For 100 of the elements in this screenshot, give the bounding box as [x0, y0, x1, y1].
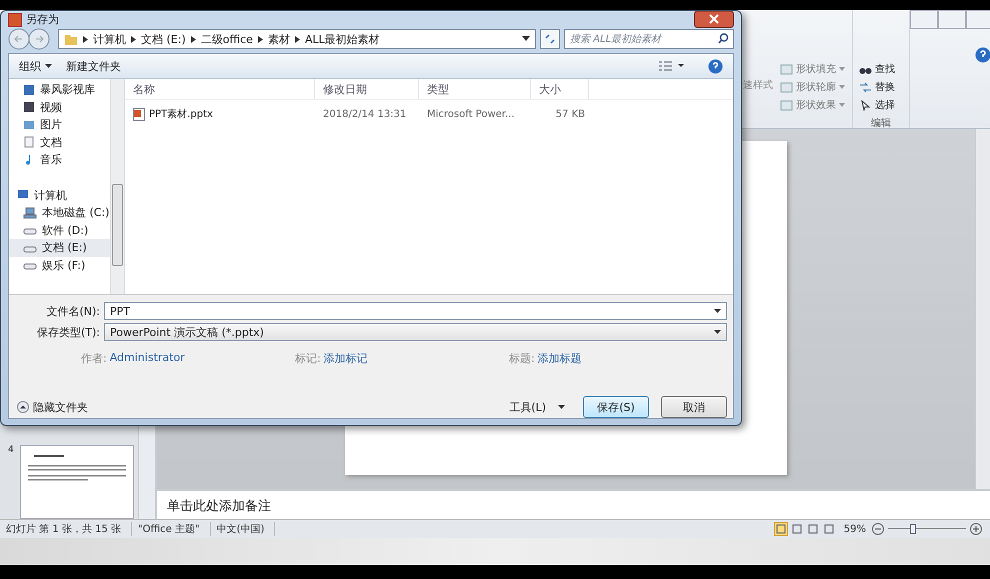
nav-item[interactable]: 视频: [9, 98, 110, 116]
file-type: Microsoft Power...: [426, 108, 516, 120]
zoom-in-icon[interactable]: [970, 523, 982, 535]
search-field[interactable]: 搜索 ALL最初始素材: [564, 29, 734, 49]
caret-icon[interactable]: [558, 404, 565, 410]
nav-item[interactable]: 软件 (D:): [9, 222, 110, 239]
nav-item[interactable]: 计算机: [9, 186, 110, 204]
caret-icon[interactable]: [522, 36, 530, 42]
column-header[interactable]: 类型: [419, 79, 531, 99]
shape-icon: [780, 64, 793, 74]
ribbon-item[interactable]: 替换: [859, 80, 909, 94]
breadcrumb-item[interactable]: 文档 (E:): [141, 32, 186, 46]
zoom-level[interactable]: 59%: [844, 524, 866, 534]
save-button[interactable]: 保存(S): [583, 396, 649, 418]
view-button[interactable]: [790, 522, 804, 536]
file-icon: [133, 108, 145, 120]
meta-link[interactable]: 添加标题: [538, 351, 582, 366]
chevron-icon[interactable]: [294, 36, 300, 42]
slide-number: 4: [8, 445, 14, 457]
nav-item[interactable]: 暴风影视库: [9, 81, 110, 98]
app-icon: [8, 12, 22, 26]
shape-icon: [780, 82, 793, 92]
ribbon-item[interactable]: 选择: [859, 98, 909, 112]
column-header[interactable]: 大小: [531, 79, 589, 99]
caret-icon: [839, 67, 845, 71]
view-icon: [776, 524, 786, 534]
close-icon[interactable]: [694, 11, 734, 28]
meta-label: 作者:: [81, 351, 107, 366]
ribbon-item[interactable]: 形状填充: [780, 62, 852, 76]
field-label: 文件名(N):: [45, 304, 100, 318]
status-text: "Office 主题": [132, 522, 211, 536]
meta-label: 标记:: [295, 351, 321, 366]
filename-field[interactable]: PPT: [104, 302, 727, 320]
view-icon: [792, 524, 802, 534]
breadcrumb-item[interactable]: 二级office: [200, 32, 253, 46]
nav-item[interactable]: 音乐: [9, 151, 110, 168]
shape-icon: [780, 100, 793, 110]
scrollbar[interactable]: [975, 129, 990, 489]
system-drive-icon: [23, 206, 37, 219]
chevron-icon[interactable]: [131, 36, 136, 42]
nav-item[interactable]: 图片: [9, 116, 110, 134]
field-label: 保存类型(T):: [36, 324, 100, 340]
nav-item[interactable]: 娱乐 (F:): [9, 256, 110, 274]
column-header[interactable]: 名称: [125, 79, 315, 99]
view-icon: [808, 524, 818, 534]
hide-folders-toggle[interactable]: 隐藏文件夹: [33, 400, 88, 414]
caret-icon[interactable]: [714, 330, 721, 334]
file-type-dropdown[interactable]: PowerPoint 演示文稿 (*.pptx): [104, 323, 727, 341]
chevron-icon[interactable]: [83, 36, 88, 42]
zoom-thumb[interactable]: [910, 524, 916, 534]
file-date: 2018/2/14 13:31: [322, 108, 408, 120]
nav-item[interactable]: 文档 (E:): [9, 239, 110, 256]
dialog-title: 另存为: [26, 12, 59, 27]
document-icon: [23, 136, 35, 148]
cursor-icon: [859, 100, 872, 110]
nav-item[interactable]: 文档: [9, 134, 110, 151]
meta-link[interactable]: Administrator: [110, 351, 185, 366]
status-text: 幻灯片 第 1 张，共 15 张: [0, 522, 132, 536]
ribbon-item[interactable]: 形状轮廓: [780, 80, 852, 94]
chevron-icon[interactable]: [258, 36, 263, 42]
tools-menu[interactable]: 工具(L): [509, 396, 546, 418]
slide-thumbnail[interactable]: [20, 445, 134, 519]
scroll-thumb[interactable]: [112, 184, 123, 266]
folder-icon: [64, 32, 78, 46]
refresh-icon[interactable]: [540, 29, 560, 49]
breadcrumb-item[interactable]: ALL最初始素材: [304, 32, 380, 46]
organize-menu[interactable]: 组织: [19, 58, 41, 74]
nav-item[interactable]: 本地磁盘 (C:): [9, 204, 110, 222]
zoom-out-icon[interactable]: [872, 523, 884, 535]
ribbon-item[interactable]: 查找: [859, 62, 909, 76]
file-size: 57 KB: [554, 108, 586, 120]
view-button[interactable]: [774, 522, 788, 536]
chevron-icon[interactable]: [190, 36, 196, 42]
breadcrumb-item[interactable]: 计算机: [93, 32, 126, 46]
column-header[interactable]: 修改日期: [315, 79, 419, 99]
caret-icon: [839, 85, 845, 89]
file-name: PPT素材.pptx: [149, 108, 213, 121]
collapse-icon[interactable]: [17, 401, 29, 413]
scrollbar[interactable]: [110, 79, 124, 294]
cancel-button[interactable]: 取消: [661, 396, 727, 418]
view-menu-icon[interactable]: [658, 61, 686, 71]
caret-icon[interactable]: [45, 64, 52, 68]
meta-label: 标题:: [509, 351, 535, 366]
new-folder-button[interactable]: 新建文件夹: [66, 58, 121, 74]
breadcrumb-item[interactable]: 素材: [268, 32, 290, 46]
file-row[interactable]: PPT素材.pptx 2018/2/14 13:31 Microsoft Power... 57 KB: [125, 102, 733, 126]
ribbon-group-label: 编辑: [870, 118, 892, 130]
address-bar[interactable]: 计算机 文档 (E:) 二级office 素材 ALL最初始素材: [58, 29, 536, 49]
meta-link[interactable]: 添加标记: [324, 351, 368, 366]
notes-pane[interactable]: 单击此处添加备注: [157, 489, 990, 519]
help-icon[interactable]: [708, 58, 723, 74]
caret-icon[interactable]: [714, 308, 721, 314]
status-text: 中文(中国): [210, 522, 276, 536]
replace-icon: [859, 82, 872, 92]
ribbon-item[interactable]: 形状效果: [780, 98, 852, 112]
view-icon: [824, 524, 834, 534]
view-button[interactable]: [822, 522, 836, 536]
help-icon[interactable]: [975, 47, 990, 63]
view-button[interactable]: [806, 522, 820, 536]
library-icon: [23, 84, 35, 96]
